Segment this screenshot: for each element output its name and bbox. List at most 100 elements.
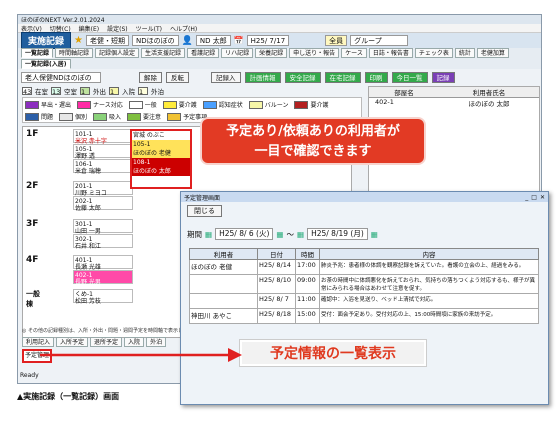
legend-swatch — [25, 112, 39, 121]
clear-button[interactable]: 解除 — [139, 71, 162, 83]
legend-swatch — [127, 112, 142, 121]
menu-help[interactable]: ヘルプ(H) — [170, 24, 197, 33]
schedule-table: 利用者 日付 時間 内容 ほのぼの 老健 H25/ 8/14 17:00 肺炎予… — [189, 248, 539, 324]
legend-item: 問題 — [25, 112, 53, 121]
minimize-icon[interactable]: _ — [525, 194, 528, 201]
print-button[interactable]: 印刷 — [364, 71, 388, 83]
safety-record-button[interactable]: 安全記録 — [284, 71, 321, 83]
close-button[interactable]: 閉じる — [187, 205, 222, 217]
legend-swatch — [77, 100, 92, 109]
table-row[interactable]: 神田川 あやこ H25/ 8/18 15:00 受付：面会予定あり。受付対応の上… — [189, 308, 539, 324]
callout-schedule-list: 予定情報の一覧表示 — [240, 340, 426, 366]
schedule-dropdown[interactable]: 宮城 のぶこ 105-1 ほのぼの 老健 108-1 ほのぼの 太郎 — [130, 129, 192, 189]
list-item[interactable]: 402-1 ほのぼの 太郎 — [369, 98, 539, 108]
dropdown-item[interactable]: ほのぼの 老健 — [132, 149, 190, 158]
tab-personal-settings[interactable]: 記録個人設定 — [95, 48, 140, 58]
menu-settings[interactable]: 設定(S) — [107, 24, 128, 33]
calendar-icon[interactable]: 📅 — [234, 36, 244, 45]
tab-life-support[interactable]: 生活支援記録 — [141, 48, 186, 58]
room-cell[interactable]: 401-1 長瀬 光雄 — [73, 255, 133, 271]
group-all[interactable]: 全員 — [325, 35, 348, 46]
gaishutsu-label: 外出 — [93, 88, 106, 96]
date-field[interactable]: H25/ 7/17 — [246, 35, 290, 46]
menu-switch[interactable]: 切替(C) — [50, 24, 71, 33]
zaishitsu-count: 43 — [22, 87, 32, 96]
floor-label: 一般棟 — [26, 290, 40, 308]
table-row[interactable]: H25/ 8/10 09:00 お茶の時間中に体調悪化を訴えておられ、気持ちの落… — [189, 274, 539, 294]
col-user: 利用者 — [189, 248, 258, 260]
room-cell[interactable]: 201-1 川野 ミヨコ — [73, 181, 133, 197]
legend-item: 要介護 — [294, 100, 328, 109]
star-icon[interactable]: ★ — [74, 35, 83, 46]
calendar-icon[interactable]: ▦ — [371, 230, 378, 239]
tab-diary[interactable]: 日誌・報告書 — [368, 48, 413, 58]
menu-edit[interactable]: 編集(E) — [79, 24, 99, 33]
app-title: ほのぼのNEXT Ver.2.01.2024 — [21, 17, 105, 24]
table-row[interactable]: H25/ 8/ 7 11:00 確認中：入浴を見送り、ベッド上清拭で対応。 — [189, 293, 539, 309]
legend-swatch — [25, 100, 39, 109]
room-cell[interactable]: 202-1 佐藤 太郎 — [73, 196, 133, 212]
legend-swatch — [202, 100, 217, 109]
legend-item: 一般 — [128, 100, 157, 109]
tab-list-record-resident[interactable]: 一覧記録(入居) — [21, 59, 71, 69]
service-field[interactable]: 老健・短期 — [85, 35, 129, 46]
resident-search[interactable]: 老人保健NDほのぼの — [21, 71, 101, 83]
gaihaku-label: 外泊 — [151, 88, 164, 96]
popup-title: 予定管理画面 — [184, 194, 221, 202]
plan-info-button[interactable]: 計画情報 — [244, 71, 281, 83]
floor-label: 3F — [26, 219, 39, 229]
main-tabs: 一覧記録 時間軸記録 記録個人設定 生活支援記録 看護記録 リハ記録 栄養記録 … — [18, 48, 541, 59]
maximize-icon[interactable]: □ — [531, 194, 537, 201]
room-cell[interactable]: 302-1 石井 和江 — [73, 234, 133, 250]
table-row[interactable]: ほのぼの 老健 H25/ 8/14 17:00 肺炎予兆：患者様の体調を観察記録… — [189, 259, 539, 275]
dropdown-item[interactable]: ほのぼの 太郎 — [132, 167, 190, 176]
tab-nutrition[interactable]: 栄養記録 — [255, 48, 288, 58]
col-name-header: 利用者氏名 — [472, 89, 506, 97]
room-cell[interactable]: 101-1 米沢 赤十字 — [73, 129, 133, 145]
tilde-icon: 〜 — [286, 229, 294, 239]
dropdown-item[interactable]: 108-1 — [132, 158, 190, 167]
calendar-icon[interactable]: ▦ — [205, 230, 212, 239]
invert-button[interactable]: 反転 — [166, 71, 189, 83]
title-bar: ほのぼのNEXT Ver.2.01.2024 — [18, 15, 541, 24]
legend-item: バルーン — [248, 100, 288, 109]
tab-nursing[interactable]: 看護記録 — [187, 48, 220, 58]
nyuin-label: 入院 — [122, 88, 135, 96]
home-record-button[interactable]: 在宅記録 — [324, 71, 361, 83]
dropdown-item[interactable]: 宮城 のぶこ — [132, 131, 190, 140]
tab-addition[interactable]: 老健加算 — [476, 48, 509, 58]
date-to-field[interactable]: H25/ 8/19 (月) — [307, 228, 368, 240]
tab-rehab[interactable]: リハ記録 — [221, 48, 254, 58]
room-cell[interactable]: 105-1 澤野 透 — [73, 144, 133, 160]
room-cell[interactable]: 301-1 山田 一男 — [73, 219, 133, 235]
tab-case[interactable]: ケース — [341, 48, 367, 58]
menu-tools[interactable]: ツール(T) — [136, 24, 162, 33]
tab-checklist[interactable]: チェック表 — [414, 48, 453, 58]
user-field[interactable]: ND 太郎 — [195, 35, 231, 46]
room-cell[interactable]: 106-1 米倉 瑞穂 — [73, 159, 133, 175]
popup-titlebar: 予定管理画面 _ □ ✕ — [181, 192, 548, 202]
facility-field[interactable]: NDほのぼの — [131, 35, 179, 46]
menu-view[interactable]: 表示(V) — [21, 24, 42, 33]
tab-handover[interactable]: 申し送り・報告 — [289, 48, 340, 58]
tab-list-record[interactable]: 一覧記録 — [21, 48, 54, 58]
room-cell[interactable]: くめ-1 松田 芳枝 — [73, 289, 133, 305]
legend-swatch — [167, 112, 182, 121]
legend-swatch — [59, 112, 74, 121]
legend-item: 認知症状 — [202, 100, 243, 109]
today-list-button[interactable]: 今日一覧 — [391, 71, 428, 83]
calendar-icon[interactable]: ▦ — [297, 230, 304, 239]
tab-stats[interactable]: 統計 — [454, 48, 475, 58]
date-from-field[interactable]: H25/ 8/ 6 (火) — [215, 228, 274, 240]
screen-title: 実施記録 — [21, 32, 72, 49]
period-label: 期間 — [187, 229, 202, 239]
calendar-icon[interactable]: ▦ — [276, 230, 283, 239]
record-button[interactable]: 記録 — [431, 71, 455, 83]
col-room-header: 部屋名 — [394, 89, 414, 97]
group-select[interactable]: グループ — [350, 35, 409, 46]
record-input-button[interactable]: 記録入 — [211, 71, 241, 83]
tab-timeline[interactable]: 時間軸記録 — [55, 48, 94, 58]
dropdown-item[interactable]: 105-1 — [132, 140, 190, 149]
close-icon[interactable]: ✕ — [540, 194, 545, 201]
room-cell-highlight[interactable]: 402-1 長野 光男 — [73, 270, 133, 286]
